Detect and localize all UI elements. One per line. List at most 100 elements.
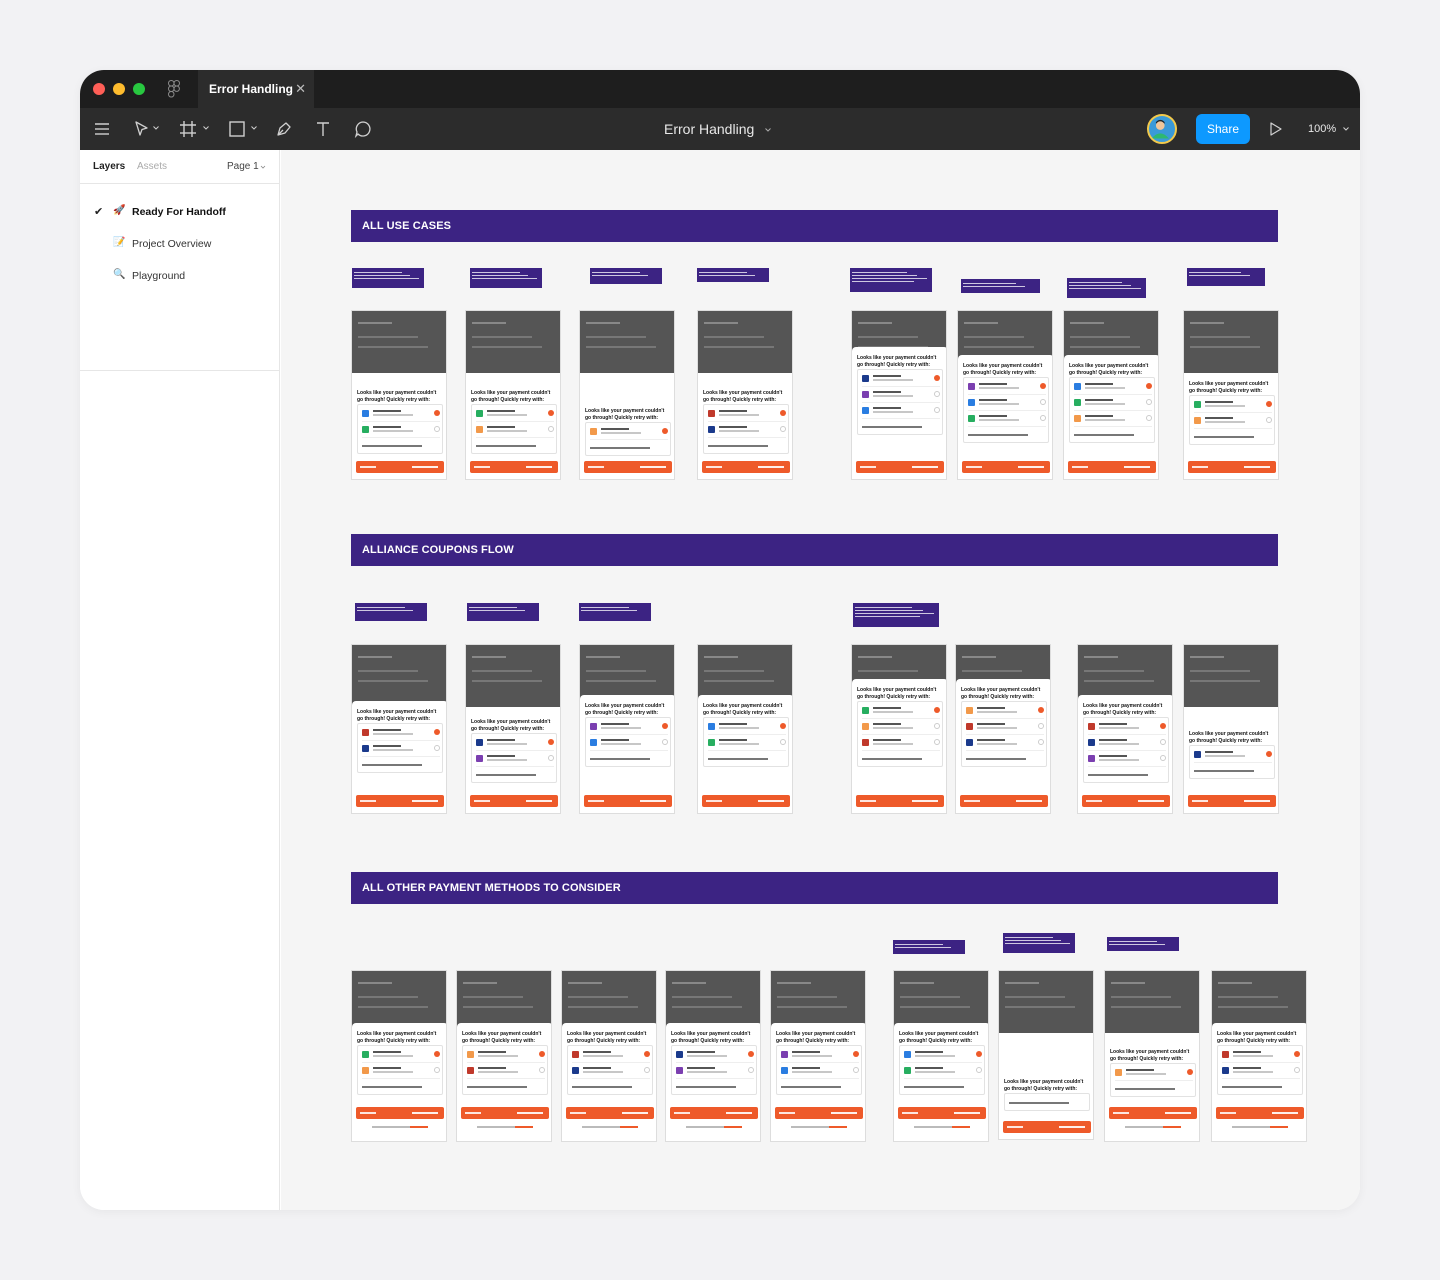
design-frame[interactable]: Looks like your payment couldn't go thro… [351,970,447,1142]
design-frame[interactable]: Looks like your payment couldn't go thro… [465,644,561,814]
chevron-down-icon[interactable] [202,124,210,132]
page-selector[interactable]: Page 1 [227,161,259,172]
pay-button[interactable] [1109,1107,1197,1119]
close-tab-icon[interactable]: ✕ [295,81,306,97]
pay-button[interactable] [566,1107,654,1119]
pay-button[interactable] [1188,795,1276,807]
payment-option[interactable] [862,373,940,387]
pay-button[interactable] [461,1107,549,1119]
page-item-playground[interactable]: 🔍 Playground [80,264,280,288]
pay-button[interactable] [356,795,444,807]
pen-tool-icon[interactable] [274,119,294,139]
design-frame[interactable]: Looks like your payment couldn't go thro… [1063,310,1159,480]
pay-button[interactable] [1068,461,1156,473]
pay-button[interactable] [702,795,790,807]
move-tool-icon[interactable] [132,119,152,139]
payment-option[interactable] [1074,397,1152,411]
payment-option[interactable] [966,705,1044,719]
payment-option[interactable] [862,721,940,735]
tab-assets[interactable]: Assets [137,161,167,172]
share-button[interactable]: Share [1196,114,1250,144]
payment-option[interactable] [467,1049,545,1063]
design-frame[interactable]: Looks like your payment couldn't go thro… [579,310,675,480]
close-window-button[interactable] [93,83,105,95]
pay-button[interactable] [960,795,1048,807]
pay-button[interactable] [584,795,672,807]
maximize-window-button[interactable] [133,83,145,95]
chevron-down-icon[interactable] [152,124,160,132]
pay-button[interactable] [898,1107,986,1119]
chevron-down-icon[interactable] [764,126,772,134]
payment-option[interactable] [1115,1067,1193,1081]
pay-button[interactable] [856,795,944,807]
design-frame[interactable]: Looks like your payment couldn't go thro… [770,970,866,1142]
shape-tool-icon[interactable] [227,119,247,139]
pay-button[interactable] [470,461,558,473]
payment-option[interactable] [1222,1065,1300,1079]
menu-icon[interactable] [92,119,112,139]
payment-option[interactable] [676,1065,754,1079]
payment-option[interactable] [1222,1049,1300,1063]
payment-option[interactable] [1088,721,1166,735]
payment-option[interactable] [476,408,554,422]
pay-button[interactable] [356,461,444,473]
design-frame[interactable]: Looks like your payment couldn't go thro… [465,310,561,480]
payment-option[interactable] [1194,415,1272,429]
payment-option[interactable] [362,727,440,741]
design-frame[interactable]: Looks like your payment couldn't go thro… [351,644,447,814]
payment-option[interactable] [966,721,1044,735]
payment-option[interactable] [572,1049,650,1063]
design-frame[interactable]: Looks like your payment couldn't go thro… [1183,310,1279,480]
pay-button[interactable] [470,795,558,807]
payment-option[interactable] [590,426,668,440]
page-item-project-overview[interactable]: 📝 Project Overview [80,232,280,256]
design-frame[interactable]: Looks like your payment couldn't go thro… [351,310,447,480]
payment-option[interactable] [1088,753,1166,767]
design-frame[interactable]: Looks like your payment couldn't go thro… [1077,644,1173,814]
present-play-icon[interactable] [1269,121,1283,137]
design-frame[interactable]: Looks like your payment couldn't go thro… [1211,970,1307,1142]
pay-button[interactable] [1003,1121,1091,1133]
payment-option[interactable] [708,721,786,735]
design-frame[interactable]: Looks like your payment couldn't go thro… [851,310,947,480]
pay-button[interactable] [1188,461,1276,473]
design-frame[interactable]: Looks like your payment couldn't go thro… [1183,644,1279,814]
design-frame[interactable]: Looks like your payment couldn't go thro… [955,644,1051,814]
payment-option[interactable] [862,405,940,419]
payment-option[interactable] [362,743,440,757]
page-item-ready-for-handoff[interactable]: ✔ 🚀 Ready For Handoff [80,200,280,224]
payment-option[interactable] [781,1049,859,1063]
payment-option[interactable] [1088,737,1166,751]
payment-option[interactable] [362,424,440,438]
payment-option[interactable] [1194,749,1272,763]
design-frame[interactable]: Looks like your payment couldn't go thro… [579,644,675,814]
frame-tool-icon[interactable] [178,119,198,139]
minimize-window-button[interactable] [113,83,125,95]
chevron-down-icon[interactable] [250,124,258,132]
payment-option[interactable] [708,737,786,751]
pay-button[interactable] [1216,1107,1304,1119]
payment-option[interactable] [781,1065,859,1079]
design-frame[interactable]: Looks like your payment couldn't go thro… [1104,970,1200,1142]
pay-button[interactable] [775,1107,863,1119]
payment-option[interactable] [362,1049,440,1063]
payment-option[interactable] [968,381,1046,395]
design-frame[interactable]: Looks like your payment couldn't go thro… [998,970,1094,1140]
design-frame[interactable]: Looks like your payment couldn't go thro… [893,970,989,1142]
pay-button[interactable] [962,461,1050,473]
payment-option[interactable] [862,389,940,403]
zoom-level[interactable]: 100% [1308,123,1336,135]
pay-button[interactable] [670,1107,758,1119]
payment-option[interactable] [590,721,668,735]
payment-option[interactable] [862,737,940,751]
section-header-alliance-coupons-flow[interactable]: ALLIANCE COUPONS FLOW [351,534,1278,566]
payment-option[interactable] [1074,413,1152,427]
text-tool-icon[interactable] [313,119,333,139]
payment-option[interactable] [904,1049,982,1063]
payment-option[interactable] [968,413,1046,427]
payment-option[interactable] [966,737,1044,751]
payment-option[interactable] [1074,381,1152,395]
section-header-all-use-cases[interactable]: ALL USE CASES [351,210,1278,242]
payment-option[interactable] [362,408,440,422]
payment-option[interactable] [676,1049,754,1063]
